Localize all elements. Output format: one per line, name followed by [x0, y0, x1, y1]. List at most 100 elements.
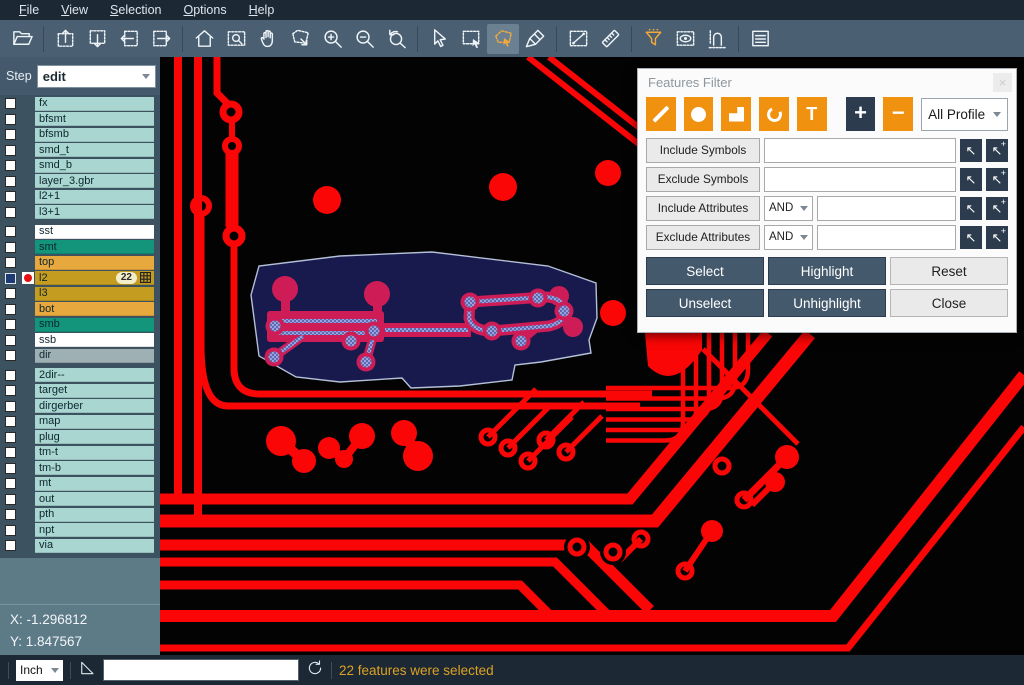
close-button[interactable]: Close: [890, 289, 1008, 317]
grid-icon[interactable]: [140, 272, 151, 283]
layer-name[interactable]: sst: [35, 225, 154, 239]
layer-name[interactable]: dirgerber: [35, 399, 154, 413]
angle-measure-icon[interactable]: [78, 659, 96, 682]
unselect-button[interactable]: Unselect: [646, 289, 764, 317]
measure-distance-button[interactable]: [562, 24, 594, 54]
layer-checkbox[interactable]: [5, 98, 16, 109]
snap-mode-button[interactable]: [701, 24, 733, 54]
pick-from-canvas-button[interactable]: ↖: [960, 197, 982, 220]
layer-checkbox[interactable]: [5, 401, 16, 412]
select-cursor-button[interactable]: [423, 24, 455, 54]
pick-add-from-canvas-button[interactable]: ↖+: [986, 168, 1008, 191]
zoom-window-button[interactable]: [220, 24, 252, 54]
dialog-close-button[interactable]: ×: [993, 73, 1012, 92]
layer-name[interactable]: smb: [35, 318, 154, 332]
command-input[interactable]: [103, 659, 299, 681]
layer-name[interactable]: mt: [35, 477, 154, 491]
exclude-symbols-input[interactable]: [764, 167, 956, 192]
layer-name[interactable]: smd_b: [35, 159, 154, 173]
layer-name[interactable]: tm-b: [35, 461, 154, 475]
highlight-brush-button[interactable]: [519, 24, 551, 54]
profile-dropdown[interactable]: All Profile: [921, 98, 1008, 131]
filter-type-surface-button[interactable]: [721, 97, 751, 131]
layer-form-button[interactable]: [744, 24, 776, 54]
highlight-button[interactable]: Highlight: [768, 257, 886, 285]
layer-name[interactable]: l3: [35, 287, 154, 301]
menu-help[interactable]: Help: [238, 0, 286, 20]
filter-type-text-button[interactable]: T: [797, 97, 827, 131]
home-view-button[interactable]: [188, 24, 220, 54]
filter-type-arc-button[interactable]: [759, 97, 789, 131]
unit-dropdown[interactable]: Inch: [16, 660, 63, 681]
layer-checkbox[interactable]: [5, 145, 16, 156]
include-attributes-input[interactable]: [817, 196, 956, 221]
layer-name[interactable]: tm-t: [35, 446, 154, 460]
layer-name[interactable]: fx: [35, 97, 154, 111]
select-polygon-button[interactable]: [487, 24, 519, 54]
filter-type-pad-button[interactable]: [684, 97, 714, 131]
menu-options[interactable]: Options: [172, 0, 237, 20]
pan-up-button[interactable]: [49, 24, 81, 54]
layer-name[interactable]: out: [35, 492, 154, 506]
operator-dropdown[interactable]: AND: [764, 225, 813, 250]
features-filter-button[interactable]: [637, 24, 669, 54]
layer-checkbox[interactable]: [5, 509, 16, 520]
layer-checkbox[interactable]: [5, 494, 16, 505]
zoom-previous-button[interactable]: [380, 24, 412, 54]
layer-name[interactable]: top: [35, 256, 154, 270]
step-dropdown[interactable]: edit: [37, 65, 156, 88]
include-symbols-input[interactable]: [764, 138, 956, 163]
layer-name[interactable]: layer_3.gbr: [35, 174, 154, 188]
layer-name[interactable]: l2+1: [35, 190, 154, 204]
layer-checkbox[interactable]: [5, 463, 16, 474]
layer-checkbox[interactable]: [5, 335, 16, 346]
layer-name[interactable]: bot: [35, 302, 154, 316]
layer-checkbox[interactable]: [5, 191, 16, 202]
layer-name[interactable]: map: [35, 415, 154, 429]
operator-dropdown[interactable]: AND: [764, 196, 813, 221]
layer-checkbox[interactable]: [5, 447, 16, 458]
pick-add-from-canvas-button[interactable]: ↖+: [986, 139, 1008, 162]
layer-checkbox[interactable]: [5, 257, 16, 268]
layer-checkbox[interactable]: [5, 540, 16, 551]
layer-checkbox[interactable]: [5, 176, 16, 187]
pick-from-canvas-button[interactable]: ↖: [960, 139, 982, 162]
layer-name[interactable]: plug: [35, 430, 154, 444]
layer-checkbox[interactable]: [5, 416, 16, 427]
zoom-area-button[interactable]: [284, 24, 316, 54]
layer-checkbox[interactable]: [5, 319, 16, 330]
pan-down-button[interactable]: [81, 24, 113, 54]
pan-hand-button[interactable]: [252, 24, 284, 54]
refresh-icon[interactable]: [306, 659, 324, 682]
unhighlight-button[interactable]: Unhighlight: [768, 289, 886, 317]
exclude-attributes-button[interactable]: Exclude Attributes: [646, 225, 760, 250]
exclude-symbols-button[interactable]: Exclude Symbols: [646, 167, 760, 192]
pick-from-canvas-button[interactable]: ↖: [960, 168, 982, 191]
select-button[interactable]: Select: [646, 257, 764, 285]
zoom-out-button[interactable]: [348, 24, 380, 54]
layer-name[interactable]: dir: [35, 349, 154, 363]
layer-checkbox[interactable]: [5, 160, 16, 171]
layer-name[interactable]: smt: [35, 240, 154, 254]
layer-checkbox[interactable]: [5, 288, 16, 299]
select-rectangle-button[interactable]: [455, 24, 487, 54]
menu-selection[interactable]: Selection: [99, 0, 172, 20]
layer-checkbox[interactable]: [5, 129, 16, 140]
layer-checkbox[interactable]: [5, 385, 16, 396]
layer-checkbox[interactable]: [5, 478, 16, 489]
layer-name[interactable]: pth: [35, 508, 154, 522]
pick-add-from-canvas-button[interactable]: ↖+: [986, 197, 1008, 220]
include-symbols-button[interactable]: Include Symbols: [646, 138, 760, 163]
layer-name[interactable]: npt: [35, 523, 154, 537]
view-options-button[interactable]: [669, 24, 701, 54]
layer-checkbox[interactable]: [5, 273, 16, 284]
exclude-attributes-input[interactable]: [817, 225, 956, 250]
layer-checkbox[interactable]: [5, 350, 16, 361]
menu-file[interactable]: File: [8, 0, 50, 20]
pick-add-from-canvas-button[interactable]: ↖+: [986, 226, 1008, 249]
layer-name[interactable]: bfsmb: [35, 128, 154, 142]
layer-checkbox[interactable]: [5, 370, 16, 381]
layer-name[interactable]: bfsmt: [35, 112, 154, 126]
layer-checkbox[interactable]: [5, 525, 16, 536]
pan-left-button[interactable]: [113, 24, 145, 54]
